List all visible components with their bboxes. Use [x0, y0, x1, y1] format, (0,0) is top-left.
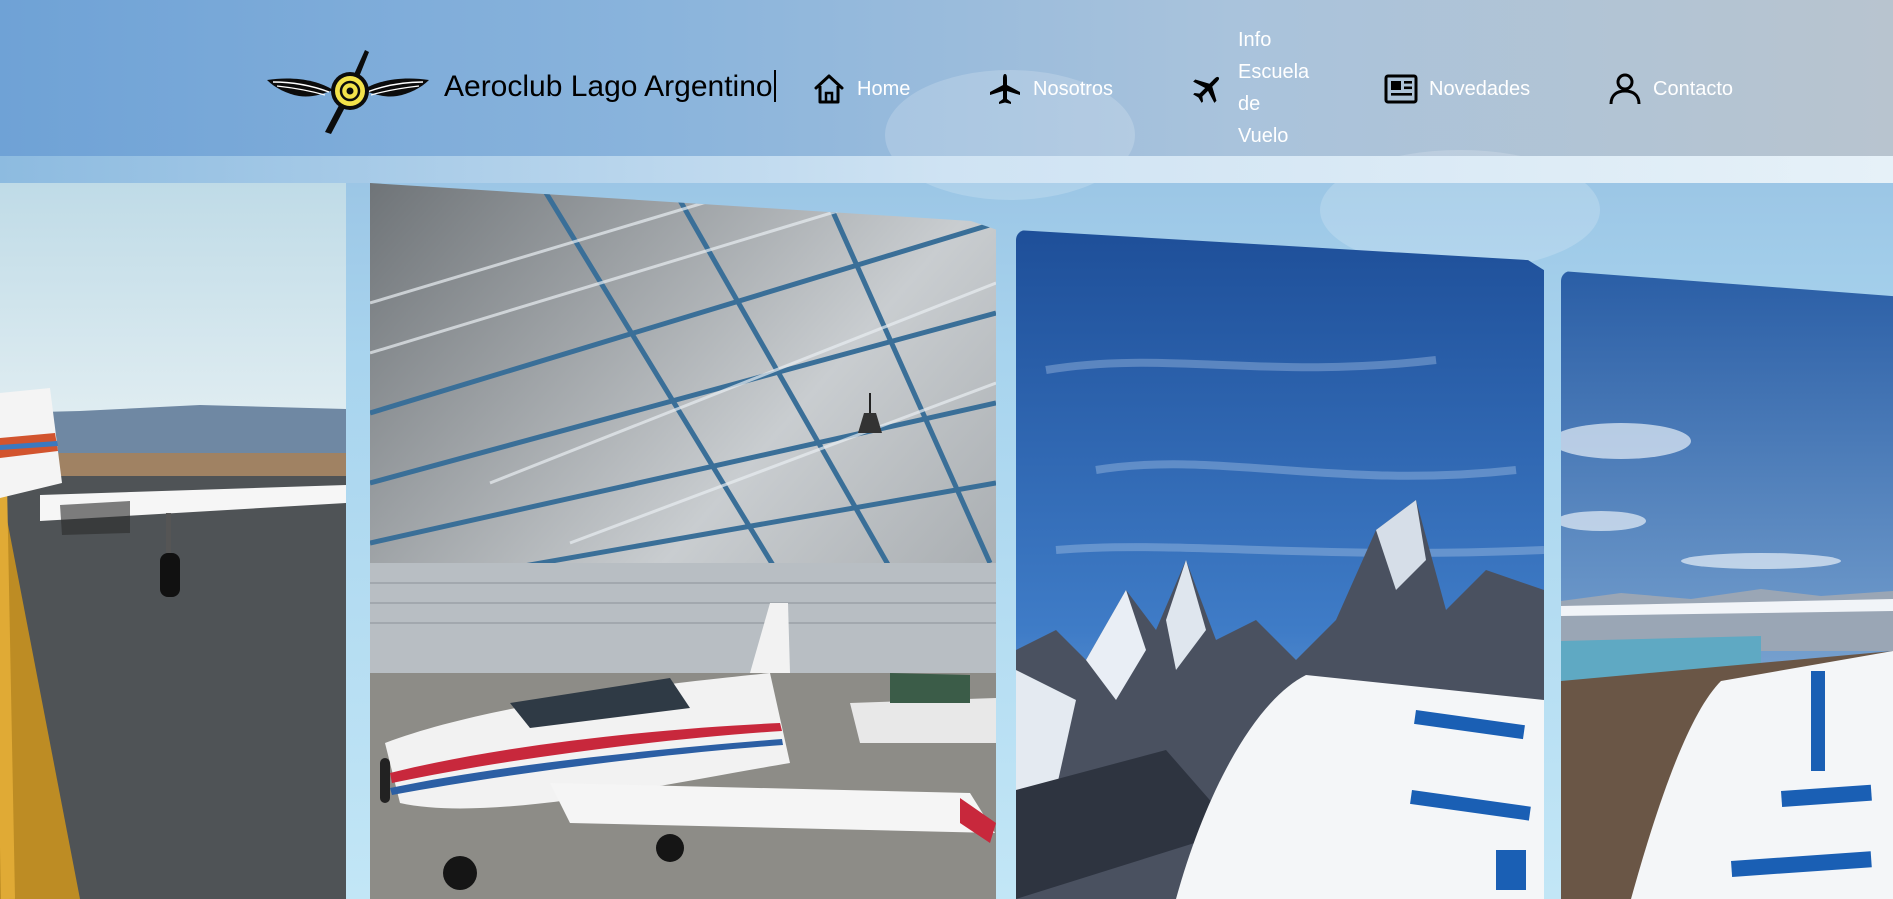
- nav-contacto[interactable]: Contacto: [1607, 71, 1733, 107]
- header-bottom-strip: [0, 156, 1893, 183]
- gallery-card-runway[interactable]: [0, 183, 346, 899]
- nav-info-line-2: Escuela: [1238, 61, 1310, 83]
- brand-text: Aeroclub Lago Argentino: [444, 70, 773, 103]
- airplane-icon: [990, 74, 1020, 104]
- nav-info-line-1: Info: [1238, 29, 1272, 51]
- gallery-card-lake[interactable]: [1561, 271, 1893, 899]
- nav-nosotros-label: Nosotros: [1033, 77, 1114, 100]
- nav-nosotros[interactable]: Nosotros: [987, 71, 1113, 107]
- nav-novedades[interactable]: Novedades: [1383, 71, 1530, 107]
- airplane-tilted-icon: [1193, 76, 1220, 103]
- text-cursor: [773, 70, 776, 102]
- brand-title[interactable]: Aeroclub Lago Argentino: [444, 70, 776, 104]
- nav-info-line-4: Vuelo: [1238, 125, 1289, 147]
- newspaper-icon: [1384, 74, 1418, 104]
- nav-novedades-label: Novedades: [1429, 77, 1531, 100]
- nav-home-label: Home: [857, 77, 911, 100]
- home-icon: [814, 74, 844, 104]
- photo-gallery: [0, 183, 1893, 899]
- nav-contacto-label: Contacto: [1653, 77, 1734, 100]
- nav-info-label: Info Escuela de Vuelo: [1238, 24, 1309, 152]
- nav-home[interactable]: Home: [811, 71, 910, 107]
- person-icon: [1609, 73, 1641, 105]
- winged-propeller-logo[interactable]: [263, 46, 433, 138]
- gallery-card-hangar[interactable]: [370, 183, 996, 899]
- nav-info-escuela-de-vuelo[interactable]: Info Escuela de Vuelo: [1190, 24, 1309, 152]
- gallery-card-fitzroy[interactable]: [1016, 230, 1544, 899]
- nav-info-line-3: de: [1238, 93, 1261, 115]
